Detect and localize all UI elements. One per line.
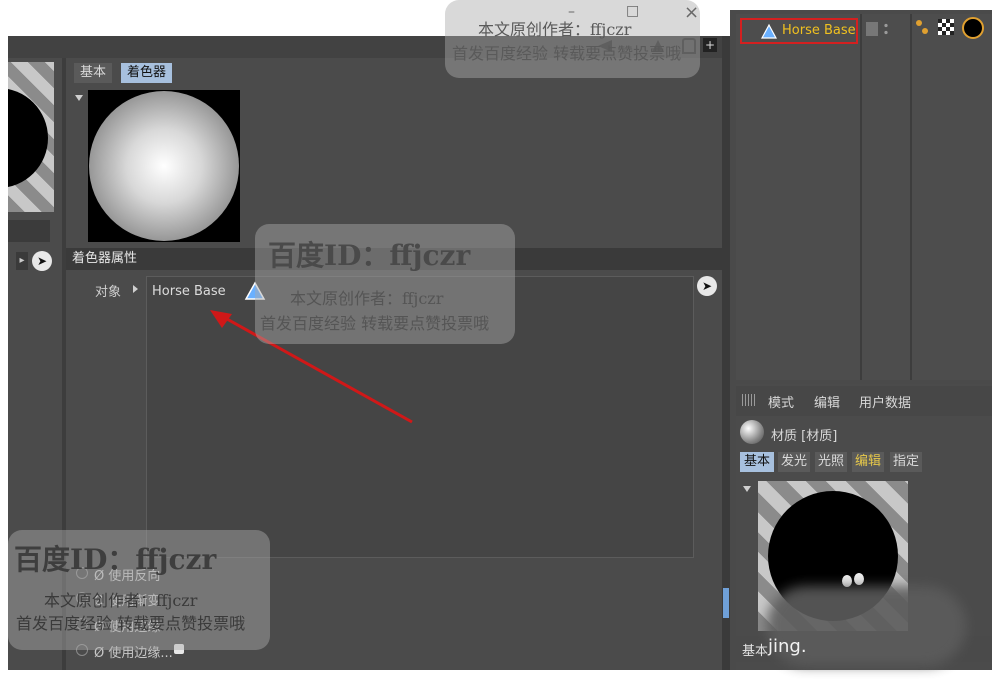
tag-dots-icon[interactable] [916, 20, 930, 36]
watermark-author: 本文原创作者：ffjczr [44, 591, 198, 610]
preview-sphere [8, 88, 48, 188]
expand-arrow-icon[interactable]: ▸ [16, 252, 28, 270]
tab-material-luminance[interactable]: 发光 [778, 452, 811, 472]
material-highlight [854, 573, 864, 585]
object-tree-item[interactable]: Horse Base [740, 18, 858, 44]
visibility-toggle-icon[interactable] [866, 22, 878, 36]
material-tag-icon[interactable] [962, 17, 984, 39]
watermark-promo: 首发百度经验 转载要点赞投票哦 [260, 314, 490, 333]
preview-field [8, 220, 50, 242]
shader-sphere [89, 91, 239, 241]
watermark-author: 本文原创作者：ffjczr [478, 20, 632, 39]
collapse-arrow-icon[interactable] [75, 95, 83, 101]
object-manager-column [910, 14, 912, 380]
tab-material-basic[interactable]: 基本 [740, 452, 775, 472]
menu-mode[interactable]: 模式 [768, 392, 794, 411]
shader-preview [88, 90, 240, 242]
object-label: 对象 [95, 285, 122, 300]
watermark-author: 本文原创作者：ffjczr [290, 289, 444, 308]
object-manager-column [860, 14, 862, 380]
tab-basic[interactable]: 基本 [74, 63, 113, 83]
menu-user-data[interactable]: 用户数据 [859, 392, 911, 411]
watermark-id: 百度ID：ffjczr [268, 239, 471, 272]
material-sphere-icon [740, 420, 764, 444]
object-value: Horse Base [152, 284, 226, 299]
scrollbar-thumb[interactable] [723, 588, 729, 618]
texture-tag-icon[interactable] [938, 19, 954, 35]
object-expand-icon[interactable] [133, 285, 138, 293]
object-tree-label: Horse Base [782, 23, 856, 38]
pick-icon[interactable]: ➤ [32, 251, 52, 271]
tab-material-editor[interactable]: 编辑 [852, 452, 885, 472]
menu-edit[interactable]: 编辑 [814, 392, 840, 411]
expand-icon[interactable]: + [703, 38, 717, 52]
dots-icon[interactable] [884, 22, 888, 36]
blur-text: jing. [768, 636, 807, 657]
watermark-promo: 首发百度经验 转载要点赞投票哦 [452, 44, 682, 63]
tab-shader[interactable]: 着色器 [121, 63, 173, 83]
tab-material-assign[interactable]: 指定 [890, 452, 923, 472]
vertical-scrollbar[interactable] [722, 36, 730, 670]
tab-material-illumination[interactable]: 光照 [815, 452, 848, 472]
material-bottom-label: 基本 [742, 644, 769, 659]
watermark-id: 百度ID：ffjczr [14, 543, 217, 576]
object-pick-icon[interactable]: ➤ [697, 276, 717, 296]
grip-icon [742, 394, 756, 406]
collapse-arrow-icon[interactable] [743, 486, 751, 492]
watermark-promo: 首发百度经验 转载要点赞投票哦 [16, 614, 246, 633]
object-manager [736, 14, 992, 380]
preview-thumbnail [8, 62, 54, 212]
shader-properties-title: 着色器属性 [72, 251, 138, 266]
null-object-icon [760, 23, 778, 39]
material-title: 材质 [材质] [771, 429, 838, 444]
